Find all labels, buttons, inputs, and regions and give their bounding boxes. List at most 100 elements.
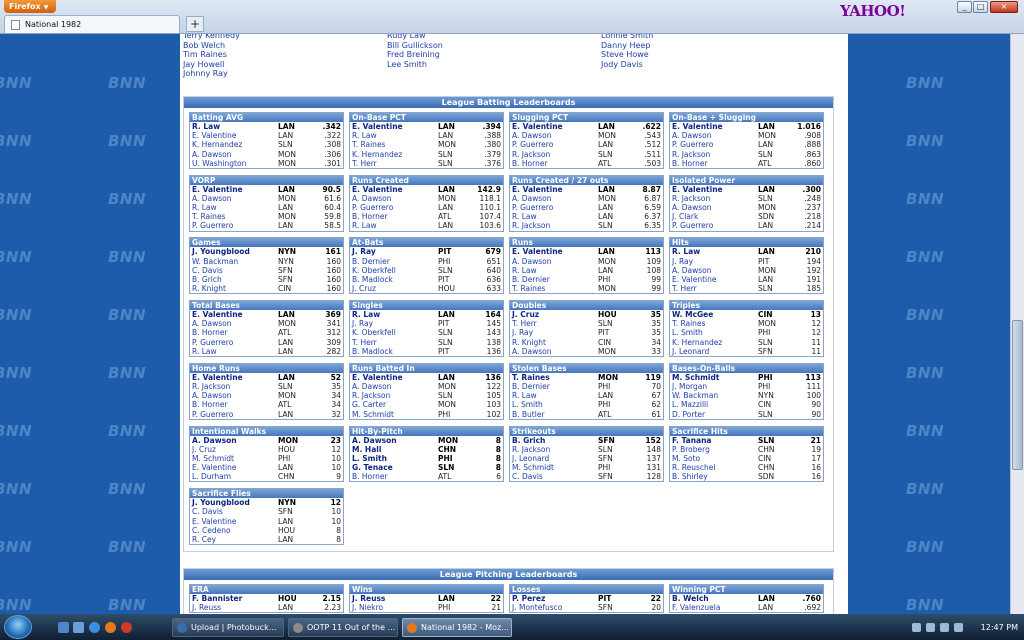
player-link[interactable]: Lee Smith xyxy=(387,60,443,70)
player-name-link[interactable]: C. Davis xyxy=(192,266,223,275)
player-name-link[interactable]: R. Jackson xyxy=(512,221,550,230)
player-name-link[interactable]: B. Horner xyxy=(192,328,228,337)
player-name-link[interactable]: A. Dawson xyxy=(512,257,552,266)
player-name-link[interactable]: R. Law xyxy=(352,310,380,319)
player-name-link[interactable]: K. Hernandez xyxy=(672,338,722,347)
player-name-link[interactable]: A. Dawson xyxy=(672,266,712,275)
player-name-link[interactable]: E. Valentine xyxy=(512,185,563,194)
player-name-link[interactable]: R. Law xyxy=(512,266,537,275)
player-name-link[interactable]: M. Schmidt xyxy=(352,410,394,419)
page-scrollbar[interactable] xyxy=(1010,34,1024,614)
player-name-link[interactable]: R. Cey xyxy=(192,535,216,544)
player-name-link[interactable]: A. Dawson xyxy=(512,194,552,203)
player-name-link[interactable]: P. Broberg xyxy=(672,445,710,454)
player-name-link[interactable]: J. Cruz xyxy=(512,310,539,319)
show-desktop-icon[interactable] xyxy=(58,622,69,633)
player-name-link[interactable]: R. Jackson xyxy=(672,194,710,203)
player-name-link[interactable]: B. Horner xyxy=(352,472,388,481)
player-name-link[interactable]: B. Madlock xyxy=(352,347,393,356)
player-name-link[interactable]: T. Raines xyxy=(512,284,545,293)
player-name-link[interactable]: P. Guerrero xyxy=(352,203,393,212)
player-name-link[interactable]: B. Dernier xyxy=(512,382,550,391)
player-name-link[interactable]: E. Valentine xyxy=(192,517,237,526)
player-name-link[interactable]: R. Law xyxy=(192,122,220,131)
player-name-link[interactable]: E. Valentine xyxy=(672,275,717,284)
player-name-link[interactable]: P. Guerrero xyxy=(672,140,713,149)
player-name-link[interactable]: E. Valentine xyxy=(352,122,403,131)
player-name-link[interactable]: A. Dawson xyxy=(192,194,232,203)
player-name-link[interactable]: A. Dawson xyxy=(512,131,552,140)
player-name-link[interactable]: T. Herr xyxy=(512,319,537,328)
player-name-link[interactable]: J. Niekro xyxy=(352,603,383,612)
player-name-link[interactable]: K. Hernandez xyxy=(192,140,242,149)
player-link[interactable]: Danny Heep xyxy=(601,41,653,51)
player-name-link[interactable]: R. Reuschel xyxy=(672,463,715,472)
player-name-link[interactable]: E. Valentine xyxy=(512,247,563,256)
player-name-link[interactable]: B. Madlock xyxy=(352,275,393,284)
maximize-button[interactable]: □ xyxy=(973,1,988,13)
player-name-link[interactable]: E. Valentine xyxy=(352,185,403,194)
player-name-link[interactable]: W. Backman xyxy=(192,257,238,266)
player-link[interactable]: Lonnie Smith xyxy=(601,34,653,41)
switch-windows-icon[interactable] xyxy=(73,622,84,633)
player-name-link[interactable]: E. Valentine xyxy=(672,122,723,131)
player-name-link[interactable]: T. Raines xyxy=(352,140,385,149)
player-name-link[interactable]: F. Tanana xyxy=(672,436,712,445)
player-name-link[interactable]: J. Montefusco xyxy=(512,603,562,612)
player-name-link[interactable]: L. Smith xyxy=(672,328,703,337)
player-name-link[interactable]: K. Hernandez xyxy=(352,150,402,159)
player-name-link[interactable]: A. Dawson xyxy=(352,194,392,203)
player-name-link[interactable]: P. Guerrero xyxy=(512,140,553,149)
player-link[interactable]: Tim Raines xyxy=(183,50,240,60)
player-name-link[interactable]: A. Dawson xyxy=(192,319,232,328)
player-name-link[interactable]: R. Law xyxy=(192,203,217,212)
player-name-link[interactable]: B. Horner xyxy=(192,400,228,409)
scrollbar-thumb[interactable] xyxy=(1012,320,1023,470)
player-name-link[interactable]: E. Valentine xyxy=(512,122,563,131)
firefox-quicklaunch-icon[interactable] xyxy=(105,622,116,633)
player-name-link[interactable]: P. Guerrero xyxy=(512,203,553,212)
taskbar-task[interactable]: Upload | Photobuck... xyxy=(172,618,284,637)
player-name-link[interactable]: P. Guerrero xyxy=(192,338,233,347)
opera-icon[interactable] xyxy=(121,622,132,633)
player-link[interactable]: Johnny Ray xyxy=(183,69,240,79)
player-name-link[interactable]: F. Bannister xyxy=(192,594,242,603)
player-name-link[interactable]: E. Valentine xyxy=(192,310,243,319)
player-name-link[interactable]: P. Perez xyxy=(512,594,545,603)
player-name-link[interactable]: M. Schmidt xyxy=(512,463,554,472)
player-name-link[interactable]: A. Dawson xyxy=(672,203,712,212)
player-name-link[interactable]: C. Davis xyxy=(192,507,223,516)
minimize-button[interactable]: _ xyxy=(957,1,972,13)
update-icon[interactable] xyxy=(954,623,963,632)
player-name-link[interactable]: A. Dawson xyxy=(512,347,552,356)
player-name-link[interactable]: J. Youngblood xyxy=(192,498,250,507)
browser-tab[interactable]: National 1982 xyxy=(4,15,180,33)
firefox-menu-button[interactable]: Firefox ▼ xyxy=(4,0,56,13)
internet-explorer-icon[interactable] xyxy=(89,622,100,633)
player-name-link[interactable]: L. Durham xyxy=(192,472,231,481)
player-name-link[interactable]: R. Jackson xyxy=(352,391,390,400)
player-name-link[interactable]: B. Dernier xyxy=(512,275,550,284)
player-name-link[interactable]: J. Ray xyxy=(352,319,373,328)
player-name-link[interactable]: R. Jackson xyxy=(672,150,710,159)
player-name-link[interactable]: M. Schmidt xyxy=(192,454,234,463)
player-name-link[interactable]: A. Dawson xyxy=(192,150,232,159)
new-tab-button[interactable]: + xyxy=(186,16,204,32)
player-name-link[interactable]: R. Knight xyxy=(512,338,546,347)
player-name-link[interactable]: T. Herr xyxy=(352,159,377,168)
player-link[interactable]: Terry Kennedy xyxy=(183,34,240,41)
player-name-link[interactable]: B. Horner xyxy=(352,212,388,221)
player-name-link[interactable]: E. Valentine xyxy=(192,185,243,194)
player-name-link[interactable]: T. Raines xyxy=(672,319,705,328)
player-name-link[interactable]: R. Law xyxy=(512,212,537,221)
player-name-link[interactable]: T. Herr xyxy=(352,338,377,347)
player-name-link[interactable]: M. Hall xyxy=(352,445,381,454)
player-name-link[interactable]: B. Dernier xyxy=(352,257,390,266)
player-name-link[interactable]: A. Dawson xyxy=(672,131,712,140)
player-name-link[interactable]: A. Dawson xyxy=(192,436,237,445)
player-link[interactable]: Bill Gullickson xyxy=(387,41,443,51)
player-name-link[interactable]: G. Carter xyxy=(352,400,386,409)
clock[interactable]: 12:47 PM xyxy=(981,618,1018,637)
player-name-link[interactable]: E. Valentine xyxy=(672,185,723,194)
player-name-link[interactable]: P. Guerrero xyxy=(192,221,233,230)
